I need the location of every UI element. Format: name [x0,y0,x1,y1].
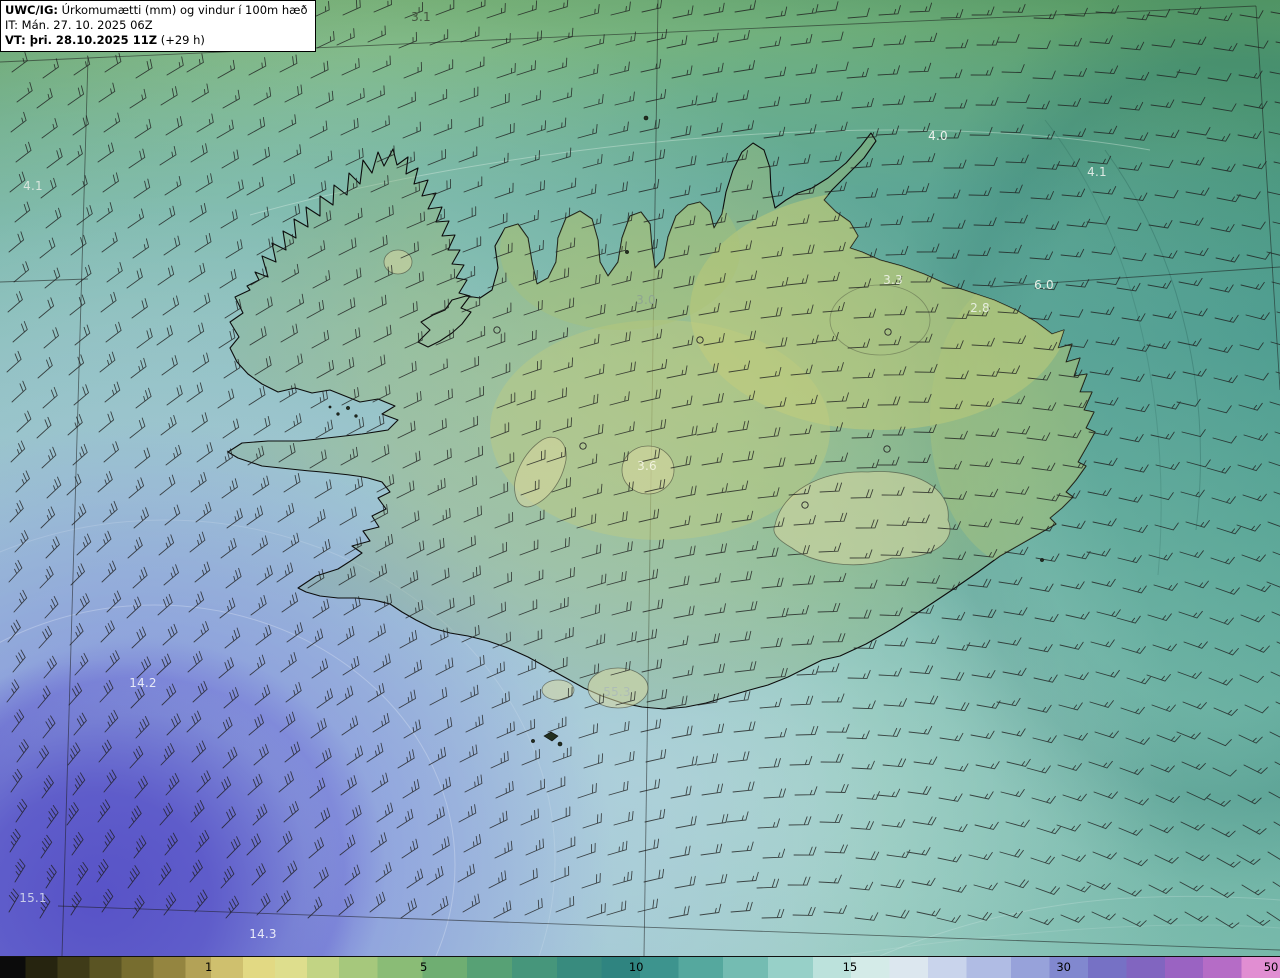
hofsjokull-outline [621,445,675,495]
myrdalsjokull-outline [587,667,649,709]
init-time-value: Mán. 27. 10. 2025 06Z [18,18,153,32]
parallel-line-topleft [0,57,89,63]
colorbar-tick-label: 10 [628,960,644,974]
init-time-label: IT: [5,18,19,32]
map-overlay [0,0,1280,956]
colorbar-tick-label: 5 [420,960,428,974]
weather-map: 3.1 4.1 4.0 4.1 3.3 2.8 6.0 3.0 3.6 14.2 55.3 15.1 1… [0,0,1280,956]
colorbar-tick-label: 1 [204,960,213,974]
colorbar-tick-label: 30 [1056,960,1071,974]
vestmannaeyjar-island [543,731,559,742]
map-title: UWC/IG: Úrkomumætti (mm) og vindur í 100… [5,3,308,18]
precip-colorbar: 1 5 10 15 30 50 [0,956,1280,978]
init-time: IT: Mán. 27. 10. 2025 06Z [5,18,308,33]
grimsey-island [643,115,649,121]
weather-map-screen: 3.1 4.1 4.0 4.1 3.3 2.8 6.0 3.0 3.6 14.2 55.3 15.1 1… [0,0,1280,978]
colorbar-tick-label: 15 [842,960,858,974]
parallel-line-right [989,266,1280,288]
colorbar-tick-label: 50 [1263,960,1279,974]
title-box: UWC/IG: Úrkomumætti (mm) og vindur í 100… [0,0,316,52]
map-title-text: Úrkomumætti (mm) og vindur í 100m hæð [57,3,308,17]
model-id: UWC/IG: [5,3,58,17]
valid-time: VT: þri. 28.10.2025 11Z (+29 h) [5,33,308,48]
parallel-line-left [0,278,89,283]
valid-time-value: VT: þri. 28.10.2025 11Z [5,33,158,47]
forecast-lead: (+29 h) [157,33,205,47]
domain-border-right [1255,5,1280,391]
